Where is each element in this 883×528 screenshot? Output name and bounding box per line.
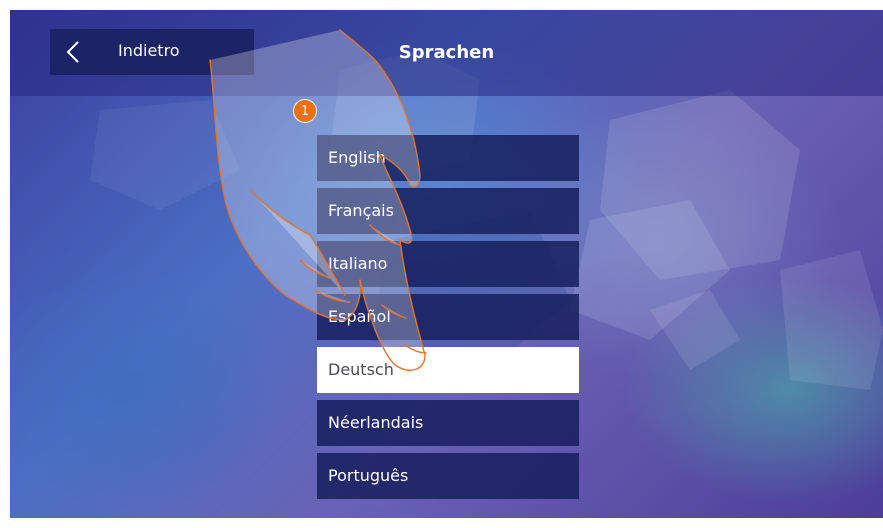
language-option-italiano[interactable]: Italiano xyxy=(317,241,579,287)
language-option-francais[interactable]: Français xyxy=(317,188,579,234)
language-option-espanol[interactable]: Español xyxy=(317,294,579,340)
language-label: Português xyxy=(328,466,409,485)
language-label: English xyxy=(328,148,386,167)
language-option-portugues[interactable]: Português xyxy=(317,453,579,499)
page-title: Sprachen xyxy=(398,42,495,63)
language-label: Español xyxy=(328,307,391,326)
language-option-english[interactable]: English xyxy=(317,135,579,181)
language-label: Deutsch xyxy=(328,360,394,379)
language-option-neerlandais[interactable]: Néerlandais xyxy=(317,400,579,446)
language-label: Italiano xyxy=(328,254,388,273)
language-option-deutsch[interactable]: Deutsch xyxy=(317,347,579,393)
language-label: Néerlandais xyxy=(328,413,424,432)
header-bar: Indietro Sprachen xyxy=(10,10,883,96)
language-label: Français xyxy=(328,201,394,220)
step-number-badge: 1 xyxy=(293,99,317,123)
device-screen: Indietro Sprachen English Français Itali… xyxy=(10,10,883,518)
